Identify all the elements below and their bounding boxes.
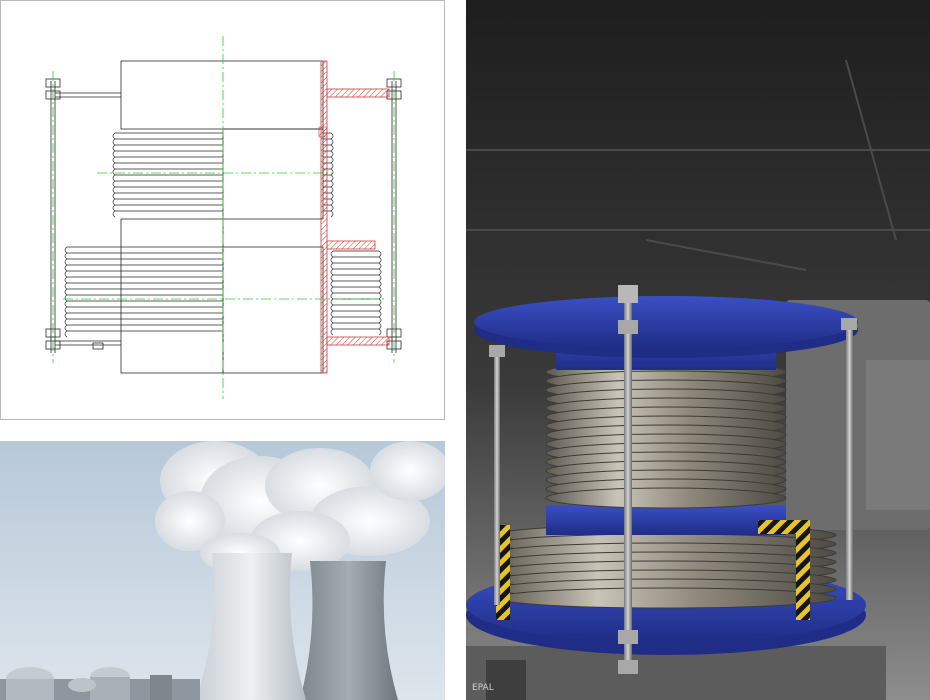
bellows-convolution <box>330 292 382 300</box>
lower-bellows <box>64 246 223 338</box>
pallet-stamp: EPAL <box>472 683 494 693</box>
bellows-convolution <box>64 330 223 338</box>
bellows-convolution <box>112 174 223 182</box>
bellows-convolution <box>330 310 382 318</box>
bellows-convolution <box>112 144 223 152</box>
upper-bellows-photo <box>545 361 787 509</box>
bellows-convolution <box>112 210 223 218</box>
bellows-convolution <box>112 162 223 170</box>
bellows-convolution <box>64 258 223 266</box>
expansion-joint-illustration: EPAL <box>466 0 930 700</box>
bellows-ring <box>545 487 787 509</box>
bellows-convolution <box>64 312 223 320</box>
bellows-convolution <box>112 156 223 164</box>
bellows-convolution <box>330 280 382 288</box>
section-hatch <box>318 60 390 374</box>
bellows-convolution <box>64 318 223 326</box>
expansion-joint-photo: EPAL <box>466 0 930 700</box>
bellows-convolution <box>64 282 223 290</box>
cooling-towers-illustration <box>0 441 445 700</box>
bellows-convolution <box>112 132 223 140</box>
expansion-joint-drawing <box>45 36 402 399</box>
bellows-convolution <box>64 288 223 296</box>
bellows-convolution <box>64 270 223 278</box>
technical-drawing-panel <box>0 0 445 420</box>
bellows-convolution <box>64 306 223 314</box>
bellows-ring <box>495 587 837 609</box>
bellows-convolution <box>330 256 382 264</box>
bellows-convolution <box>330 250 382 258</box>
bellows-convolution <box>64 294 223 302</box>
upper-pipe-outline <box>120 60 324 130</box>
bellows-convolution <box>64 264 223 272</box>
bellows-convolution <box>330 268 382 276</box>
bellows-convolution <box>112 186 223 194</box>
bellows-convolution <box>64 324 223 332</box>
bellows-convolution <box>112 138 223 146</box>
right-bellows <box>330 250 382 336</box>
bellows-convolution <box>330 316 382 324</box>
bellows-convolution <box>64 246 223 254</box>
bellows-convolution <box>330 298 382 306</box>
bellows-convolution <box>64 252 223 260</box>
inner-pipe-outline <box>222 128 324 220</box>
cooling-towers-photo <box>0 441 445 700</box>
bellows-convolution <box>112 198 223 206</box>
bellows-convolution <box>112 180 223 188</box>
lower-bellows-photo <box>495 524 837 609</box>
bellows-convolution <box>330 304 382 312</box>
bellows-convolution <box>330 262 382 270</box>
bellows-convolution <box>330 328 382 336</box>
bellows-convolution <box>112 150 223 158</box>
bellows-convolution <box>330 322 382 330</box>
bellows-convolution <box>112 168 223 176</box>
bellows-convolution <box>112 192 223 200</box>
bellows-convolution <box>64 276 223 284</box>
bellows-convolution <box>330 286 382 294</box>
lower-inner-outline <box>222 246 324 374</box>
bellows-convolution <box>330 274 382 282</box>
cooling-tower-back <box>300 561 398 700</box>
bellows-convolution <box>112 204 223 212</box>
middle-collar <box>546 505 786 535</box>
bellows-convolution <box>64 300 223 308</box>
lower-pipe-outline <box>120 218 224 374</box>
